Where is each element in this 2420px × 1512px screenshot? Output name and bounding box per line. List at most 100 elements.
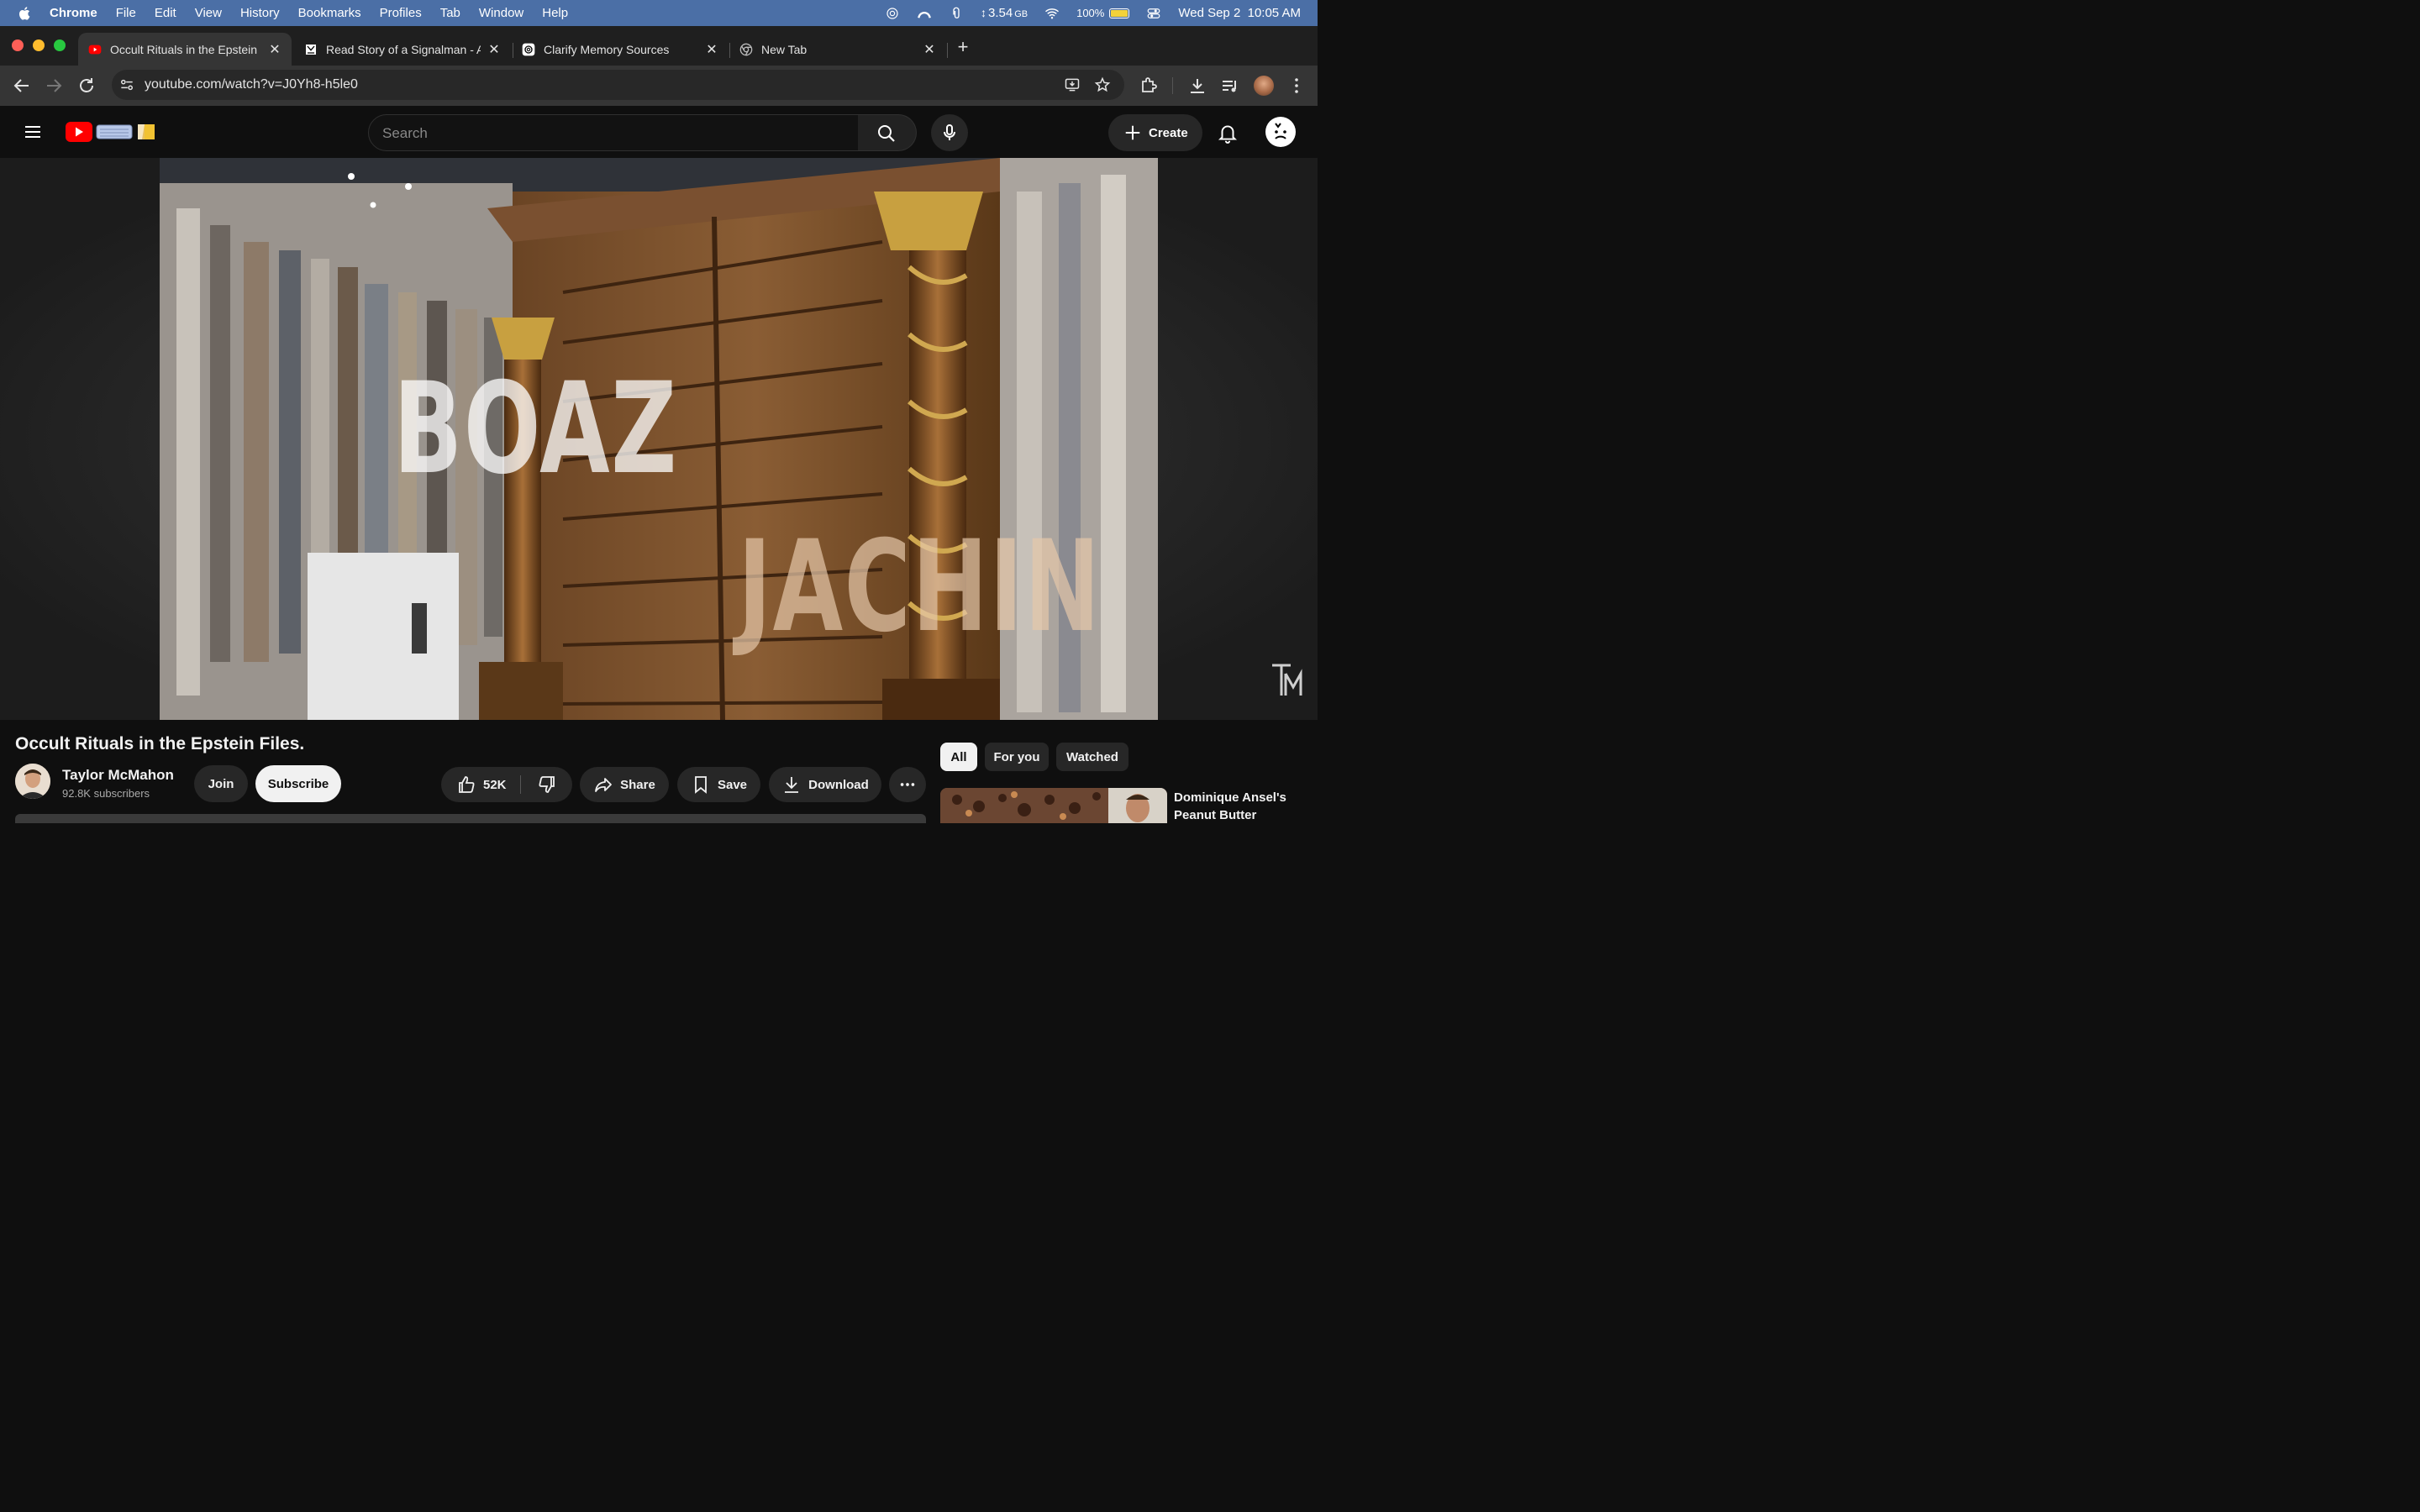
close-tab-icon[interactable]: ✕ bbox=[487, 41, 501, 58]
memory-value: 3.54 bbox=[987, 6, 1013, 20]
close-tab-icon[interactable]: ✕ bbox=[268, 41, 281, 58]
share-arrow-icon bbox=[595, 778, 613, 792]
tab-title: Read Story of a Signalman - A bbox=[326, 42, 481, 56]
share-label: Share bbox=[620, 777, 655, 792]
extensions-icon[interactable] bbox=[1139, 76, 1159, 96]
macos-menu-bar: Chrome File Edit View History Bookmarks … bbox=[0, 0, 1318, 26]
memory-unit: GB bbox=[1014, 9, 1028, 19]
video-player[interactable]: BOAZ JACHIN bbox=[0, 158, 1318, 720]
menu-view[interactable]: View bbox=[195, 6, 222, 20]
forward-arrow-icon[interactable] bbox=[44, 76, 64, 96]
address-bar[interactable]: youtube.com/watch?v=J0Yh8-h5le0 bbox=[112, 70, 1124, 100]
search-box[interactable] bbox=[368, 114, 859, 151]
book-icon bbox=[306, 44, 316, 55]
menu-bookmarks[interactable]: Bookmarks bbox=[298, 6, 361, 20]
tab-signalman[interactable]: Read Story of a Signalman - A ✕ bbox=[294, 33, 511, 66]
watch-metadata: Occult Rituals in the Epstein Files. Tay… bbox=[0, 720, 1318, 823]
chip-all[interactable]: All bbox=[940, 743, 977, 771]
paperclip-icon[interactable] bbox=[949, 6, 964, 21]
youtube-logo[interactable] bbox=[66, 121, 158, 143]
openai-status-icon[interactable] bbox=[885, 6, 900, 21]
thumbs-up-icon bbox=[459, 776, 475, 793]
zoom-window-button[interactable] bbox=[54, 39, 66, 51]
menu-window[interactable]: Window bbox=[479, 6, 523, 20]
subscriber-count: 92.8K subscribers bbox=[62, 787, 150, 800]
search-input[interactable] bbox=[382, 123, 836, 144]
close-window-button[interactable] bbox=[12, 39, 24, 51]
chip-watched[interactable]: Watched bbox=[1056, 743, 1128, 771]
create-button[interactable]: Create bbox=[1108, 114, 1202, 151]
download-label: Download bbox=[808, 777, 869, 792]
menu-profiles[interactable]: Profiles bbox=[380, 6, 422, 20]
back-arrow-icon[interactable] bbox=[12, 76, 32, 96]
minimize-window-button[interactable] bbox=[33, 39, 45, 51]
account-avatar[interactable] bbox=[1265, 117, 1296, 147]
control-center-icon[interactable] bbox=[1146, 6, 1161, 21]
save-button[interactable]: Save bbox=[677, 767, 760, 802]
menu-tab[interactable]: Tab bbox=[440, 6, 460, 20]
tab-title: Clarify Memory Sources bbox=[544, 42, 670, 56]
tab-youtube[interactable]: Occult Rituals in the Epstein F ✕ bbox=[78, 33, 292, 66]
menu-file[interactable]: File bbox=[116, 6, 136, 20]
menu-edit[interactable]: Edit bbox=[155, 6, 176, 20]
download-button[interactable]: Download bbox=[769, 767, 881, 802]
downloads-icon[interactable] bbox=[1187, 76, 1207, 96]
menu-help[interactable]: Help bbox=[542, 6, 568, 20]
close-tab-icon[interactable]: ✕ bbox=[923, 41, 936, 58]
chip-label: Watched bbox=[1066, 749, 1118, 764]
wifi-icon[interactable] bbox=[1044, 6, 1060, 21]
chip-label: For you bbox=[993, 749, 1040, 764]
chrome-menu-icon[interactable] bbox=[1286, 76, 1307, 96]
tab-chatgpt[interactable]: Clarify Memory Sources ✕ bbox=[512, 33, 729, 66]
new-tab-button[interactable]: + bbox=[952, 36, 974, 58]
search-icon bbox=[878, 125, 895, 142]
channel-watermark-tm-icon[interactable] bbox=[1270, 662, 1304, 699]
overlay-word-jachin: JACHIN bbox=[738, 514, 1102, 660]
chip-for-you[interactable]: For you bbox=[985, 743, 1049, 771]
plus-icon bbox=[1125, 125, 1140, 140]
like-button[interactable]: 52K bbox=[441, 767, 520, 802]
bookmark-star-icon[interactable] bbox=[1094, 76, 1111, 93]
channel-avatar[interactable] bbox=[15, 764, 50, 799]
share-button[interactable]: Share bbox=[580, 767, 669, 802]
close-tab-icon[interactable]: ✕ bbox=[705, 41, 718, 58]
tab-title: Occult Rituals in the Epstein F bbox=[110, 42, 261, 56]
search-button[interactable] bbox=[858, 114, 917, 151]
site-settings-icon[interactable] bbox=[118, 76, 135, 93]
channel-name[interactable]: Taylor McMahon bbox=[62, 767, 174, 784]
toolbar-divider bbox=[1172, 77, 1173, 94]
microphone-icon bbox=[944, 124, 955, 140]
menu-history[interactable]: History bbox=[240, 6, 280, 20]
recommendation-thumbnail[interactable] bbox=[940, 788, 1167, 823]
battery-percent: 100% bbox=[1076, 7, 1105, 19]
chrome-icon bbox=[739, 43, 753, 55]
menu-app-name[interactable]: Chrome bbox=[50, 6, 97, 20]
hamburger-menu-icon[interactable] bbox=[23, 122, 43, 142]
more-actions-button[interactable] bbox=[889, 767, 926, 802]
subscribe-button[interactable]: Subscribe bbox=[255, 765, 341, 802]
clock[interactable]: Wed Sep 2 10:05 AM bbox=[1178, 6, 1301, 20]
chip-label: All bbox=[950, 749, 967, 764]
install-app-icon[interactable] bbox=[1064, 76, 1081, 93]
profile-avatar[interactable] bbox=[1254, 76, 1274, 96]
tab-title: New Tab bbox=[761, 42, 808, 56]
notifications-bell-icon[interactable] bbox=[1217, 122, 1239, 144]
description-box-edge[interactable] bbox=[15, 814, 926, 823]
url-text[interactable]: youtube.com/watch?v=J0Yh8-h5le0 bbox=[145, 77, 358, 92]
battery-status[interactable]: 100% bbox=[1076, 7, 1130, 19]
recommendation-title[interactable]: Dominique Ansel's Peanut Butter bbox=[1174, 789, 1308, 824]
video-frame[interactable]: BOAZ JACHIN bbox=[160, 158, 1158, 720]
tab-new-tab[interactable]: New Tab ✕ bbox=[729, 33, 946, 66]
reload-icon[interactable] bbox=[76, 76, 97, 96]
thumbnail-image bbox=[940, 788, 1167, 823]
voice-search-button[interactable] bbox=[931, 114, 968, 151]
doodle-notebook-icon bbox=[138, 124, 155, 139]
join-button[interactable]: Join bbox=[194, 765, 248, 802]
create-label: Create bbox=[1149, 125, 1188, 140]
arc-status-icon[interactable] bbox=[917, 6, 932, 21]
dislike-button[interactable] bbox=[521, 767, 572, 802]
apple-logo-icon[interactable] bbox=[18, 6, 33, 21]
battery-icon bbox=[1109, 8, 1130, 18]
memory-readout[interactable]: ↕ 3.54 GB bbox=[981, 6, 1028, 20]
media-controls-icon[interactable] bbox=[1220, 76, 1240, 96]
